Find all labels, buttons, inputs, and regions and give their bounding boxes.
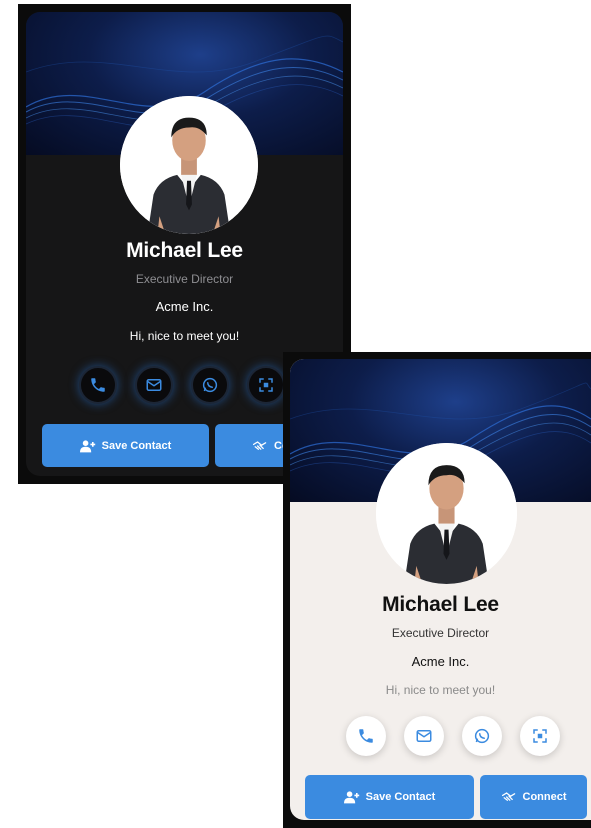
- phone-icon: [91, 378, 105, 392]
- email-button[interactable]: [135, 366, 173, 404]
- save-contact-label: Save Contact: [101, 439, 172, 452]
- person-avatar-icon: [120, 96, 258, 234]
- qr-code-button[interactable]: [520, 716, 560, 756]
- phone-button[interactable]: [346, 716, 386, 756]
- phone-button[interactable]: [79, 366, 117, 404]
- mail-icon: [416, 730, 432, 742]
- contact-icons-row: [346, 716, 560, 756]
- connect-button[interactable]: Connect: [480, 775, 587, 819]
- qr-code-icon: [533, 729, 547, 743]
- email-button[interactable]: [404, 716, 444, 756]
- add-user-icon: [343, 791, 359, 804]
- contact-greeting: Hi, nice to meet you!: [129, 329, 240, 343]
- contact-company: Acme Inc.: [155, 299, 214, 314]
- phone-icon: [359, 729, 373, 743]
- light-card-body: Michael Lee Executive Director Acme Inc.…: [290, 359, 591, 820]
- contact-title: Executive Director: [391, 626, 490, 640]
- connect-label: Connect: [522, 791, 567, 803]
- whatsapp-icon: [474, 728, 490, 744]
- contact-name: Michael Lee: [126, 239, 243, 262]
- save-contact-label: Save Contact: [365, 791, 436, 803]
- contact-company: Acme Inc.: [411, 654, 470, 669]
- person-avatar-icon: [376, 443, 517, 584]
- add-user-icon: [79, 439, 95, 452]
- contact-title: Executive Director: [135, 272, 234, 286]
- contact-name: Michael Lee: [382, 593, 499, 616]
- light-profile-card: Michael Lee Executive Director Acme Inc.…: [283, 352, 591, 828]
- avatar: [120, 96, 258, 234]
- avatar: [376, 443, 517, 584]
- handshake-icon: [501, 792, 515, 801]
- contact-greeting: Hi, nice to meet you!: [385, 683, 496, 697]
- whatsapp-icon: [202, 377, 218, 393]
- handshake-icon: [252, 440, 267, 450]
- mail-icon: [146, 379, 162, 391]
- save-contact-button[interactable]: Save Contact: [42, 424, 209, 467]
- contact-icons-row: [79, 366, 285, 404]
- whatsapp-button[interactable]: [191, 366, 229, 404]
- save-contact-button[interactable]: Save Contact: [305, 775, 474, 819]
- whatsapp-button[interactable]: [462, 716, 502, 756]
- qr-code-icon: [259, 378, 273, 392]
- qr-code-button[interactable]: [247, 366, 285, 404]
